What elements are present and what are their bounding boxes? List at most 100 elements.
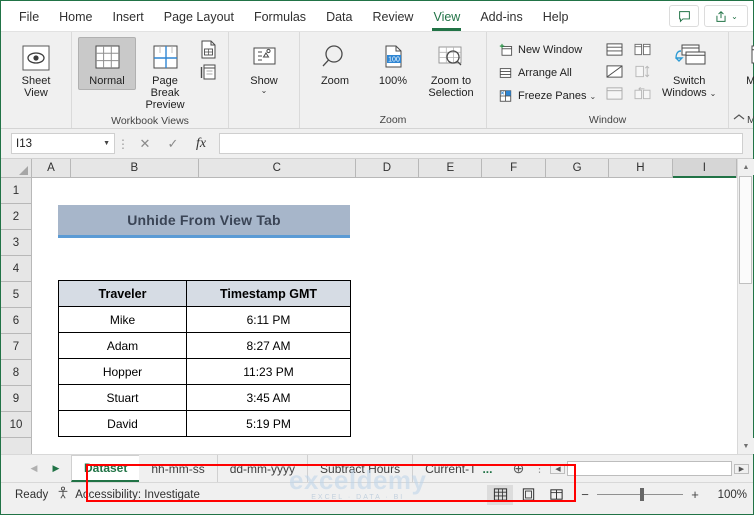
cell-traveler[interactable]: Mike	[58, 306, 187, 333]
page-layout-view-shortcut[interactable]	[515, 485, 541, 505]
cell-traveler[interactable]: Hopper	[58, 358, 187, 385]
cell-timestamp[interactable]: 6:11 PM	[186, 306, 351, 333]
ribbon-tab-review[interactable]: Review	[362, 5, 423, 28]
scroll-up-icon[interactable]: ▲	[738, 159, 754, 175]
column-header-g[interactable]: G	[545, 159, 610, 177]
reset-window-position-icon[interactable]	[631, 84, 653, 103]
zoom-in-button[interactable]: +	[689, 487, 701, 502]
column-header-f[interactable]: F	[482, 159, 546, 177]
formula-input[interactable]	[219, 133, 743, 154]
row-header-10[interactable]: 10	[1, 412, 31, 438]
zoom-out-button[interactable]: −	[579, 487, 591, 502]
ribbon-tab-home[interactable]: Home	[49, 5, 102, 28]
cell-area[interactable]: Unhide From View Tab Traveler Timestamp …	[32, 178, 737, 454]
zoom-level-label[interactable]: 100%	[711, 489, 747, 501]
hscroll-left-icon[interactable]: ◀	[550, 463, 566, 474]
zoom-slider[interactable]	[597, 488, 683, 502]
page-break-view-shortcut[interactable]	[543, 485, 569, 505]
row-header-2[interactable]: 2	[1, 204, 31, 230]
select-all-corner[interactable]	[1, 159, 32, 178]
sheet-view-button[interactable]: Sheet View	[7, 37, 65, 102]
insert-function-icon[interactable]: fx	[187, 133, 215, 155]
ribbon-tab-file[interactable]: File	[9, 5, 49, 28]
page-break-label-2: Preview	[145, 99, 185, 111]
comment-button[interactable]	[669, 5, 699, 27]
collapse-ribbon-button[interactable]	[729, 110, 749, 126]
add-sheet-icon[interactable]: ⊕	[504, 455, 532, 482]
cell-timestamp[interactable]: 11:23 PM	[186, 358, 351, 385]
view-side-by-side-icon[interactable]	[631, 40, 653, 59]
arrange-all-button[interactable]: Arrange All	[493, 62, 600, 84]
share-button[interactable]: ⌄	[704, 5, 748, 27]
ribbon-tab-formulas[interactable]: Formulas	[244, 5, 316, 28]
scroll-down-icon[interactable]: ▼	[738, 438, 754, 454]
hscroll-right-icon[interactable]: ▶	[734, 463, 749, 474]
ribbon-tab-view[interactable]: View	[423, 5, 470, 31]
sheet-tab-hh-mm-ss[interactable]: hh-mm-ss	[139, 455, 218, 482]
column-header-a[interactable]: A	[32, 159, 72, 177]
normal-view-button[interactable]: Normal	[78, 37, 136, 90]
ribbon-tab-page-layout[interactable]: Page Layout	[154, 5, 244, 28]
vertical-scrollbar[interactable]: ▲ ▼	[737, 159, 754, 454]
macros-button[interactable]: Macros ⌄	[735, 37, 754, 98]
normal-view-shortcut[interactable]	[487, 484, 513, 505]
switch-windows-button[interactable]: Switch Windows ⌄	[656, 37, 722, 103]
hide-icon[interactable]	[603, 62, 625, 81]
macros-icon	[745, 41, 754, 75]
hscroll-thumb[interactable]	[568, 462, 731, 475]
ribbon-tab-add-ins[interactable]: Add-ins	[470, 5, 532, 28]
row-header-4[interactable]: 4	[1, 256, 31, 282]
ribbon-tab-insert[interactable]: Insert	[103, 5, 154, 28]
zoom-100-button[interactable]: 100 100%	[364, 37, 422, 90]
ribbon-tab-help[interactable]: Help	[533, 5, 579, 28]
row-header-5[interactable]: 5	[1, 282, 31, 308]
zoom-slider-thumb[interactable]	[640, 488, 644, 501]
sheet-tab-current-t[interactable]: Current-T ...	[413, 455, 504, 482]
row-header-8[interactable]: 8	[1, 360, 31, 386]
ribbon-tab-data[interactable]: Data	[316, 5, 362, 28]
cancel-icon[interactable]: ✕	[131, 133, 159, 155]
horizontal-scrollbar[interactable]: ◀ ▶	[546, 455, 753, 482]
show-button[interactable]: Show ⌄	[235, 37, 293, 98]
zoom-button[interactable]: Zoom	[306, 37, 364, 90]
row-header-7[interactable]: 7	[1, 334, 31, 360]
zoom-selection-label-1: Zoom to	[430, 75, 472, 87]
page-layout-icon[interactable]	[197, 40, 219, 59]
sheet-tab-options-icon[interactable]: ⋮	[532, 455, 546, 482]
column-header-b[interactable]: B	[71, 159, 199, 177]
column-header-d[interactable]: D	[355, 159, 420, 177]
cell-timestamp[interactable]: 8:27 AM	[186, 332, 351, 359]
row-header-1[interactable]: 1	[1, 178, 31, 204]
column-header-h[interactable]: H	[609, 159, 673, 177]
hscroll-track[interactable]	[567, 461, 732, 476]
sheet-nav-left-icon[interactable]: ◀	[23, 458, 45, 480]
new-window-button[interactable]: New Window	[493, 39, 600, 61]
confirm-icon[interactable]: ✓	[159, 133, 187, 155]
row-header-3[interactable]: 3	[1, 230, 31, 256]
cell-traveler[interactable]: David	[58, 410, 187, 437]
column-header-c[interactable]: C	[198, 159, 356, 177]
column-header-i[interactable]: I	[672, 159, 737, 178]
freeze-panes-button[interactable]: Freeze Panes ⌄	[493, 85, 600, 107]
normal-view-label: Normal	[89, 75, 125, 87]
unhide-icon[interactable]	[603, 84, 625, 103]
custom-views-icon[interactable]	[197, 62, 219, 81]
split-icon[interactable]	[603, 40, 625, 59]
name-box[interactable]: I13 ▼	[11, 133, 115, 154]
synchronous-scrolling-icon[interactable]	[631, 62, 653, 81]
row-header-9[interactable]: 9	[1, 386, 31, 412]
sheet-nav-right-icon[interactable]: ▶	[45, 458, 67, 480]
vertical-scroll-thumb[interactable]	[739, 176, 752, 284]
sheet-tab-dd-mm-yyyy[interactable]: dd-mm-yyyy	[218, 455, 309, 482]
sheet-tab-dataset[interactable]: Dataset	[71, 455, 140, 482]
page-break-preview-button[interactable]: Page Break Preview	[136, 37, 194, 114]
row-header-6[interactable]: 6	[1, 308, 31, 334]
cell-timestamp[interactable]: 5:19 PM	[186, 410, 351, 437]
cell-traveler[interactable]: Stuart	[58, 384, 187, 411]
cell-traveler[interactable]: Adam	[58, 332, 187, 359]
zoom-to-selection-button[interactable]: Zoom to Selection	[422, 37, 480, 102]
accessibility-status[interactable]: Accessibility: Investigate	[56, 486, 200, 503]
sheet-tab-subtract-hours[interactable]: Subtract Hours	[308, 455, 414, 482]
cell-timestamp[interactable]: 3:45 AM	[186, 384, 351, 411]
column-header-e[interactable]: E	[419, 159, 483, 177]
